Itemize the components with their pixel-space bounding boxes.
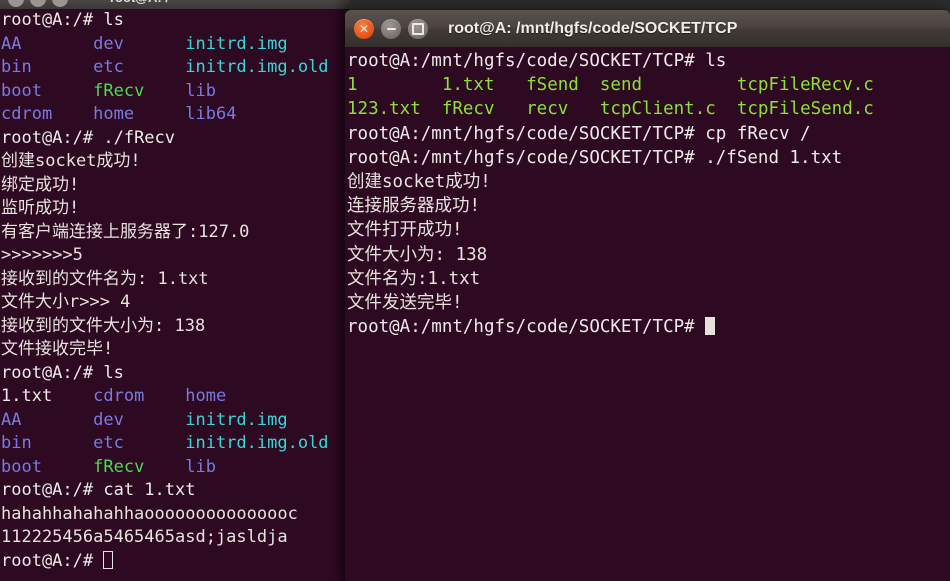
terminal-prompt-line: root@A:/mnt/hgfs/code/SOCKET/TCP# ./fSen… [347,147,843,168]
ls-entry: lib [185,80,216,101]
foreground-terminal-window[interactable]: ✕ root@A: /mnt/hgfs/code/SOCKET/TCP root… [345,10,950,581]
terminal-ls-line: cdrom home lib64 [1,103,350,127]
terminal-ls-line: bin etc initrd.img.old [1,56,350,80]
terminal-ls-line: bin etc initrd.img.old [1,432,350,456]
ls-entry: boot [1,456,94,477]
terminal-prompt-line: root@A:/mnt/hgfs/code/SOCKET/TCP# cp fRe… [347,123,811,144]
terminal-output-line: 监听成功! [1,198,80,218]
ls-entry: initrd.img [185,409,288,430]
terminal-output-line: >>>>>>>5 [1,245,83,265]
terminal-output-line: 文件名为:1.txt [347,268,481,289]
terminal-output-line: 有客户端连接上服务器了:127.0 [1,221,250,242]
terminal-ls-line: AA dev initrd.img [1,409,350,433]
terminal-ls-line: 1.txt cdrom home [1,385,350,409]
minimize-icon [381,19,401,39]
ls-entry: bin [1,57,94,77]
ls-entry: send [599,75,737,96]
ls-entry: AA [1,409,94,430]
ls-entry: etc [93,433,186,453]
maximize-button[interactable] [408,18,428,39]
terminal-ls-line: AA dev initrd.img [1,33,350,57]
ls-entry: initrd.img.old [185,433,329,453]
foreground-window-titlebar[interactable]: ✕ root@A: /mnt/hgfs/code/SOCKET/TCP [345,10,950,47]
terminal-cursor [705,317,716,336]
terminal-output-line: 文件大小为: 138 [347,244,488,265]
ls-entry: tcpFileSend.c [736,99,874,120]
terminal-output-line: 文件大小r>>> 4 [1,292,131,312]
ls-entry: 1.txt [1,386,94,406]
ls-entry: AA [1,33,94,54]
ls-entry: fRecv [93,80,186,101]
background-window-title: root@A: / [110,0,169,5]
terminal-ls-line: 123.txt fRecv recv tcpClient.c tcpFileSe… [347,97,950,121]
ls-entry: initrd.img.old [185,57,329,77]
ls-entry: cdrom [93,386,186,406]
terminal-output-line: 创建socket成功! [347,171,491,192]
minimize-button[interactable] [381,18,401,39]
background-terminal-window[interactable]: root@A: / root@A:/# lsAA dev initrd.imgb… [0,0,350,581]
foreground-terminal-body[interactable]: root@A:/mnt/hgfs/code/SOCKET/TCP# ls 1 1.… [345,47,950,581]
ls-entry: bin [1,433,94,453]
terminal-prompt-line: root@A:/# ls [1,10,124,30]
terminal-output-line: 文件接收完毕! [1,339,114,359]
terminal-prompt-line-active: root@A:/# [1,550,350,574]
ls-entry: tcpFileRecv.c [736,75,874,96]
ls-entry: dev [93,33,186,54]
minimize-icon[interactable] [30,0,46,7]
ls-entry: fRecv [93,456,186,477]
ls-entry: boot [1,80,94,101]
terminal-cursor [103,550,114,569]
ls-entry: 1 [347,75,442,96]
close-button[interactable]: ✕ [354,18,374,39]
terminal-output-line: 接收到的文件名为: 1.txt [1,268,209,289]
ls-entry: dev [93,409,186,430]
maximize-icon [408,19,428,39]
terminal-prompt-line: root@A:/# ./fRecv [1,127,176,148]
close-icon[interactable] [8,0,24,7]
ls-entry: 123.txt [347,99,442,120]
ls-entry: home [185,386,227,406]
ls-entry: cdrom [1,104,94,124]
ls-entry: lib [185,456,216,477]
foreground-window-title: root@A: /mnt/hgfs/code/SOCKET/TCP [448,19,738,37]
terminal-output-line: 绑定成功! [1,174,80,195]
terminal-output-line: hahahhahahahhaooooooooooooooc [1,503,298,524]
background-window-titlebar[interactable]: root@A: / [0,0,350,9]
ls-entry: initrd.img [185,33,288,54]
terminal-ls-line: boot fRecv lib [1,456,350,480]
ls-entry: recv [526,99,600,120]
terminal-output-line: 接收到的文件大小为: 138 [1,315,206,336]
background-terminal-body[interactable]: root@A:/# ls AA dev initrd.img bin etc ini… [0,9,350,581]
ls-entry: 1.txt [441,75,527,96]
terminal-output-line: 文件发送完毕! [347,292,463,313]
terminal-prompt-line: root@A:/# cat 1.txt [1,480,196,500]
terminal-ls-line: 1 1.txt fSend send tcpFileRecv.c [347,73,950,97]
ls-entry: fSend [526,75,600,96]
ls-entry: fRecv [441,99,527,120]
ls-entry: home [93,104,186,124]
terminal-output-line: 文件打开成功! [347,220,463,241]
terminal-prompt-line-active: root@A:/mnt/hgfs/code/SOCKET/TCP# [347,315,950,339]
terminal-ls-line: boot fRecv lib [1,80,350,104]
ls-entry: lib64 [185,104,237,124]
terminal-output-line: 创建socket成功! [1,151,141,171]
terminal-output-line: 连接服务器成功! [347,196,481,217]
maximize-icon[interactable] [52,0,68,7]
terminal-output-line: 112225456a5465465asd;jasldja [1,527,288,547]
ls-entry: tcpClient.c [599,99,737,120]
terminal-prompt-line: root@A:/mnt/hgfs/code/SOCKET/TCP# ls [347,51,727,71]
terminal-prompt-line: root@A:/# ls [1,362,124,383]
ls-entry: etc [93,57,186,77]
close-icon: ✕ [358,21,370,36]
